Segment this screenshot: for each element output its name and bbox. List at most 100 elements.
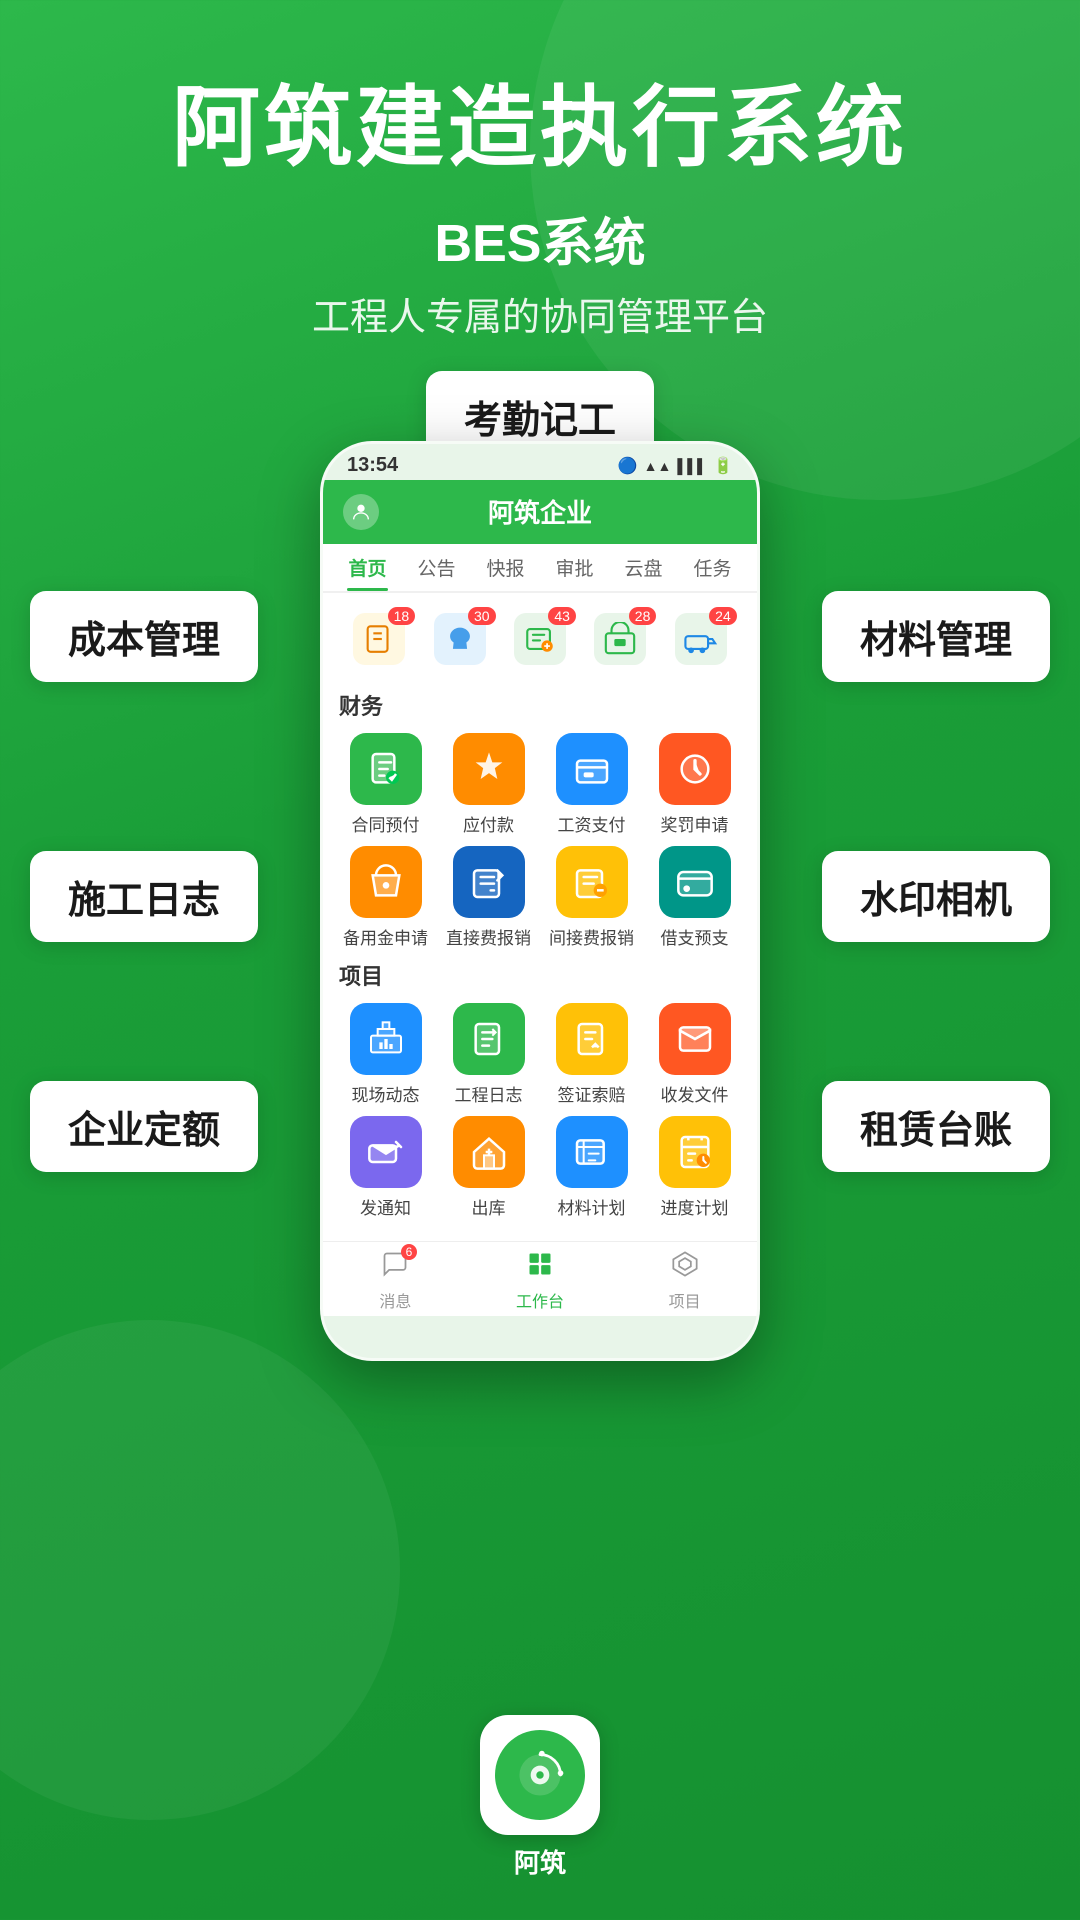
app-label-yifu: 应付款 <box>463 811 514 836</box>
app-icon-zhijie <box>453 846 525 918</box>
badge-5: 24 <box>709 607 737 625</box>
logo-name: 阿筑 <box>514 1843 566 1880</box>
quick-item-2: 30 <box>434 613 486 665</box>
tab-home[interactable]: 首页 <box>333 544 402 591</box>
tab-cloud[interactable]: 云盘 <box>609 544 678 591</box>
app-label-beiyong: 备用金申请 <box>343 924 428 949</box>
bottom-tab-project-label: 项目 <box>669 1288 701 1312</box>
tab-notice[interactable]: 公告 <box>402 544 471 591</box>
app-shoufa[interactable]: 收发文件 <box>648 1003 741 1106</box>
app-icon-jindu <box>659 1116 731 1188</box>
tab-approve[interactable]: 审批 <box>540 544 609 591</box>
app-icon-jiezhi <box>659 846 731 918</box>
badge-3: 43 <box>548 607 576 625</box>
tab-flash[interactable]: 快报 <box>471 544 540 591</box>
app-qianzhen[interactable]: 签证索赔 <box>545 1003 638 1106</box>
app-icon-qianzhen <box>556 1003 628 1075</box>
app-yifu[interactable]: 应付款 <box>442 733 535 836</box>
app-icon-fatongzhi <box>350 1116 422 1188</box>
app-icon-shoufa <box>659 1003 731 1075</box>
feature-label-diary: 施工日志 <box>30 851 258 942</box>
bottom-tab-workbench-label: 工作台 <box>516 1288 564 1312</box>
finance-app-grid: 合同预付 应付款 工资支付 <box>339 733 741 949</box>
bottom-tab-messages[interactable]: 6 消息 <box>323 1250 468 1312</box>
workbench-icon <box>526 1250 554 1285</box>
app-label-jindu: 进度计划 <box>661 1194 729 1219</box>
app-label-gongzi: 工资支付 <box>558 811 626 836</box>
app-label-gongcheng: 工程日志 <box>455 1081 523 1106</box>
app-label-jiezhi: 借支预支 <box>661 924 729 949</box>
user-avatar-icon <box>343 494 379 530</box>
app-label-qianzhen: 签证索赔 <box>558 1081 626 1106</box>
app-icon-yifu <box>453 733 525 805</box>
app-jiezhi[interactable]: 借支预支 <box>648 846 741 949</box>
status-time: 13:54 <box>347 454 398 477</box>
signal-icon: ▌▌▌ <box>677 458 707 474</box>
bottom-tab-project[interactable]: 项目 <box>612 1250 757 1312</box>
project-app-grid: 现场动态 工程日志 签证索赔 <box>339 1003 741 1219</box>
quick-icon-row: 18 30 43 28 <box>339 605 741 673</box>
app-logo-box <box>480 1715 600 1835</box>
app-cailiao[interactable]: 材料计划 <box>545 1116 638 1219</box>
app-label-jiangfa: 奖罚申请 <box>661 811 729 836</box>
feature-label-material: 材料管理 <box>822 591 1050 682</box>
app-icon-gongcheng <box>453 1003 525 1075</box>
app-icon-hetong <box>350 733 422 805</box>
app-zhijie[interactable]: 直接费报销 <box>442 846 535 949</box>
app-gongzi[interactable]: 工资支付 <box>545 733 638 836</box>
app-icon-beiyong <box>350 846 422 918</box>
app-label-jianjie: 间接费报销 <box>549 924 634 949</box>
app-jianjie[interactable]: 间接费报销 <box>545 846 638 949</box>
feature-label-rental: 租赁台账 <box>822 1081 1050 1172</box>
app-chuku[interactable]: 出库 <box>442 1116 535 1219</box>
badge-1: 18 <box>388 607 416 625</box>
phone-bottom-bar: 6 消息 工作台 项目 <box>323 1241 757 1316</box>
feature-label-quota: 企业定额 <box>30 1081 258 1172</box>
phone-notch <box>470 444 610 472</box>
bottom-tab-workbench[interactable]: 工作台 <box>468 1250 613 1312</box>
phone-mockup: 13:54 🔵 ▲▲ ▌▌▌ 🔋 阿筑企业 首页 公告 快报 审批 云盘 任务 <box>320 441 760 1361</box>
app-icon-chuku <box>453 1116 525 1188</box>
app-logo-area: 阿筑 <box>480 1715 600 1880</box>
bluetooth-icon: 🔵 <box>618 456 638 476</box>
wifi-icon: ▲▲ <box>644 458 672 474</box>
phone-nav-bar: 阿筑企业 <box>323 480 757 544</box>
quick-item-3: 43 <box>514 613 566 665</box>
app-beiyong[interactable]: 备用金申请 <box>339 846 432 949</box>
app-label-cailiao: 材料计划 <box>558 1194 626 1219</box>
badge-2: 30 <box>468 607 496 625</box>
messages-icon: 6 <box>381 1250 409 1285</box>
app-gongcheng[interactable]: 工程日志 <box>442 1003 535 1106</box>
app-xianchang[interactable]: 现场动态 <box>339 1003 432 1106</box>
app-label-shoufa: 收发文件 <box>661 1081 729 1106</box>
phone-content: 18 30 43 28 <box>323 593 757 1241</box>
badge-4: 28 <box>629 607 657 625</box>
quick-item-1: 18 <box>353 613 405 665</box>
app-label-xianchang: 现场动态 <box>352 1081 420 1106</box>
app-fatongzhi[interactable]: 发通知 <box>339 1116 432 1219</box>
feature-label-camera: 水印相机 <box>822 851 1050 942</box>
app-hetong[interactable]: 合同预付 <box>339 733 432 836</box>
nav-title: 阿筑企业 <box>379 493 701 530</box>
phone-tabs: 首页 公告 快报 审批 云盘 任务 <box>323 544 757 593</box>
project-icon <box>671 1250 699 1285</box>
battery-icon: 🔋 <box>713 456 733 476</box>
app-icon-gongzi <box>556 733 628 805</box>
feature-label-cost: 成本管理 <box>30 591 258 682</box>
app-icon-jiangfa <box>659 733 731 805</box>
app-icon-xianchang <box>350 1003 422 1075</box>
app-label-zhijie: 直接费报销 <box>446 924 531 949</box>
app-icon-cailiao <box>556 1116 628 1188</box>
project-section-title: 项目 <box>339 959 741 991</box>
app-jiangfa[interactable]: 奖罚申请 <box>648 733 741 836</box>
quick-item-5: 24 <box>675 613 727 665</box>
app-label-hetong: 合同预付 <box>352 811 420 836</box>
features-area: 考勤记工 成本管理 材料管理 施工日志 水印相机 企业定额 租赁台账 13:54… <box>0 361 1080 1481</box>
app-label-chuku: 出库 <box>472 1194 506 1219</box>
status-icons: 🔵 ▲▲ ▌▌▌ 🔋 <box>618 456 733 476</box>
logo-circle <box>495 1730 585 1820</box>
bottom-tab-messages-label: 消息 <box>379 1288 411 1312</box>
finance-section-title: 财务 <box>339 689 741 721</box>
tab-task[interactable]: 任务 <box>678 544 747 591</box>
app-jindu[interactable]: 进度计划 <box>648 1116 741 1219</box>
